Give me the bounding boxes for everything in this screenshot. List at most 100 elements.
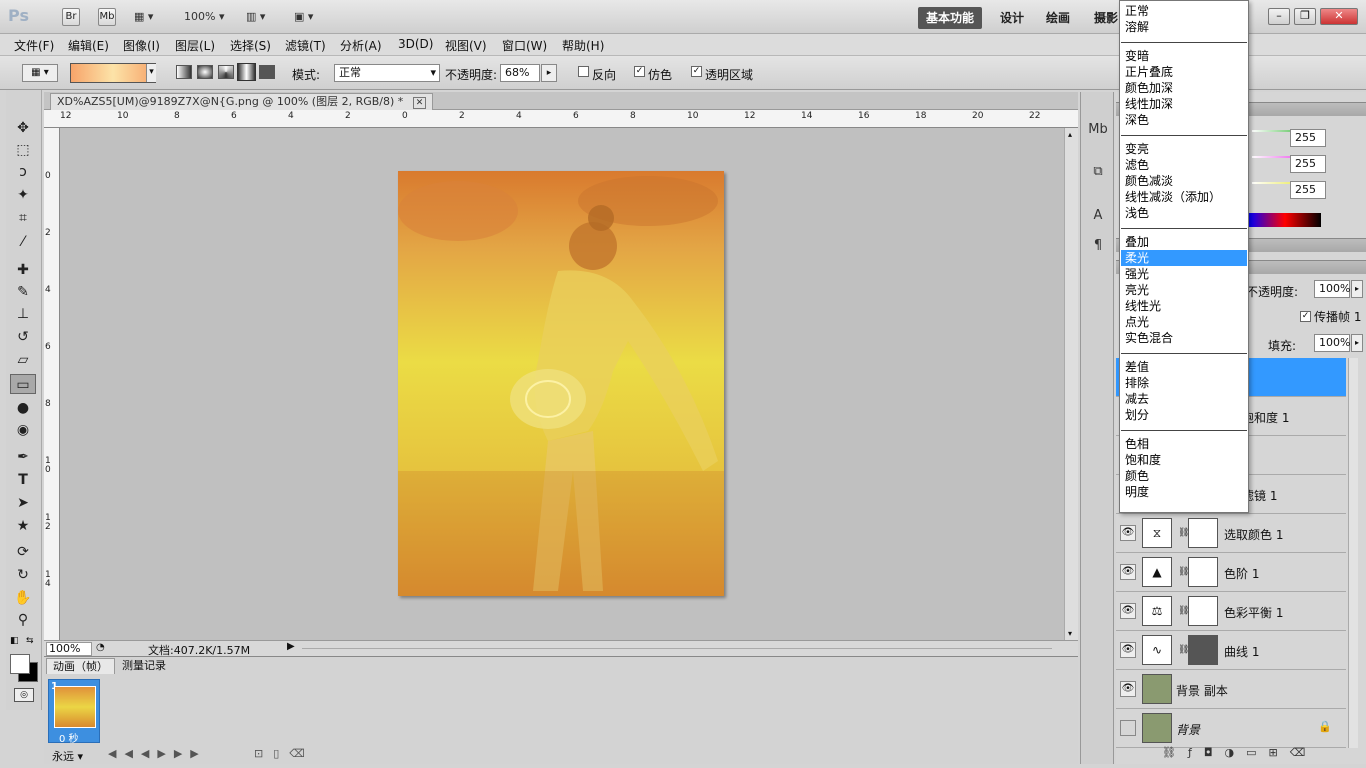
zoom-dropdown[interactable]: 100% ▾ — [184, 8, 224, 26]
crop-tool-icon[interactable]: ⌗ — [10, 208, 36, 228]
layer-row-selective-color[interactable]: 👁 ⧖ ⛓ 选取颜色 1 — [1116, 514, 1346, 553]
blend-mode-option[interactable]: 深色 — [1121, 112, 1247, 128]
blend-mode-option[interactable]: 亮光 — [1121, 282, 1247, 298]
zoom-tool-icon[interactable]: ⚲ — [10, 610, 36, 630]
blend-mode-option[interactable]: 正常 — [1121, 3, 1247, 19]
arrange-docs-dropdown[interactable]: ▥ ▾ — [246, 8, 265, 26]
horizontal-scrollbar[interactable] — [302, 648, 1052, 649]
close-tab-icon[interactable]: ✕ — [412, 97, 427, 109]
red-slider[interactable] — [1252, 130, 1292, 132]
blend-mode-option[interactable]: 划分 — [1121, 407, 1247, 423]
vertical-scrollbar[interactable]: ▴ ▾ — [1064, 128, 1078, 640]
marquee-tool-icon[interactable]: ⬚ — [10, 140, 36, 160]
blend-mode-dropdown-menu[interactable]: 正常 溶解 变暗 正片叠底 颜色加深 线性加深 深色 变亮 滤色 颜色减淡 线性减淡（添加） 浅色 叠加… — [1119, 0, 1249, 513]
blend-mode-option[interactable]: 溶解 — [1121, 19, 1247, 35]
healing-brush-tool-icon[interactable]: ✚ — [10, 260, 36, 280]
eyedropper-tool-icon[interactable]: ⁄ — [10, 232, 36, 252]
blend-mode-option[interactable]: 线性减淡（添加） — [1121, 189, 1247, 205]
green-value[interactable]: 255 — [1290, 155, 1326, 173]
workspace-essentials[interactable]: 基本功能 — [918, 7, 983, 29]
hand-tool-icon[interactable]: ✋ — [10, 588, 36, 608]
menu-edit[interactable]: 编辑(E) — [68, 37, 109, 54]
blue-value[interactable]: 255 — [1290, 181, 1326, 199]
blend-mode-option[interactable]: 色相 — [1121, 436, 1247, 452]
gradient-picker-arrow-icon[interactable]: ▾ — [146, 64, 156, 82]
view-extras-dropdown[interactable]: ▦ ▾ — [134, 8, 153, 26]
menu-layer[interactable]: 图层(L) — [175, 37, 215, 54]
fill-arrow-icon[interactable]: ▸ — [1351, 334, 1363, 352]
layer-row-background[interactable]: 背景 🔒 — [1116, 709, 1346, 748]
frame-actions[interactable]: ⊡▯⌫ — [254, 747, 315, 760]
history-brush-tool-icon[interactable]: ↺ — [10, 327, 36, 347]
layers-scrollbar[interactable] — [1348, 358, 1358, 748]
swap-colors-icon[interactable]: ⇆ — [26, 636, 36, 646]
blend-mode-option[interactable]: 强光 — [1121, 266, 1247, 282]
close-button[interactable]: ✕ — [1320, 8, 1358, 25]
3d-orbit-tool-icon[interactable]: ↻ — [10, 565, 36, 585]
menu-select[interactable]: 选择(S) — [230, 37, 271, 54]
magic-wand-tool-icon[interactable]: ✦ — [10, 185, 36, 205]
blend-mode-option[interactable]: 柔光 — [1121, 250, 1247, 266]
default-colors-icon[interactable]: ◧ — [10, 636, 20, 646]
status-menu-arrow-icon[interactable]: ▶ — [287, 641, 295, 652]
move-tool-icon[interactable]: ✥ — [10, 118, 36, 138]
menu-image[interactable]: 图像(I) — [123, 37, 160, 54]
opacity-input[interactable]: 68% — [500, 64, 540, 82]
workspace-design[interactable]: 设计 — [992, 7, 1032, 29]
document-tab[interactable]: XD%AZS5[UM)@9189Z7X@N{G.png @ 100% (图层 2… — [50, 93, 434, 110]
green-slider[interactable] — [1252, 156, 1292, 158]
foreground-color-swatch[interactable] — [10, 654, 30, 674]
frame-delay[interactable]: 0 秒 — [59, 730, 79, 745]
eye-icon[interactable]: 👁 — [1120, 642, 1136, 658]
blend-mode-option[interactable]: 明度 — [1121, 484, 1247, 500]
blend-mode-option[interactable]: 点光 — [1121, 314, 1247, 330]
eye-icon[interactable]: 👁 — [1120, 525, 1136, 541]
character-panel-icon[interactable]: A — [1086, 204, 1110, 228]
tab-measurement-log[interactable]: 测量记录 — [116, 658, 172, 674]
linear-gradient-icon[interactable] — [176, 65, 192, 79]
dither-checkbox[interactable]: ✓ — [634, 66, 645, 77]
status-icon[interactable]: ◔ — [96, 642, 105, 653]
opacity-slider-arrow-icon[interactable]: ▸ — [541, 64, 557, 82]
gradient-picker[interactable] — [70, 63, 156, 83]
minimize-button[interactable]: – — [1268, 8, 1290, 25]
shape-tool-icon[interactable]: ★ — [10, 516, 36, 536]
tab-animation-frames[interactable]: 动画（帧） — [46, 658, 115, 674]
color-ramp[interactable] — [1249, 213, 1321, 227]
blend-mode-option[interactable]: 差值 — [1121, 359, 1247, 375]
fill-input[interactable]: 100% — [1314, 334, 1350, 352]
blue-slider[interactable] — [1252, 182, 1292, 184]
scroll-up-icon[interactable]: ▴ — [1068, 130, 1072, 139]
menu-help[interactable]: 帮助(H) — [562, 37, 604, 54]
blend-mode-option[interactable]: 变亮 — [1121, 141, 1247, 157]
3d-rotate-tool-icon[interactable]: ⟳ — [10, 542, 36, 562]
blend-mode-option[interactable]: 颜色 — [1121, 468, 1247, 484]
menu-view[interactable]: 视图(V) — [445, 37, 487, 54]
eye-icon[interactable]: 👁 — [1120, 681, 1136, 697]
scroll-down-icon[interactable]: ▾ — [1068, 629, 1072, 638]
blend-mode-option[interactable]: 浅色 — [1121, 205, 1247, 221]
menu-file[interactable]: 文件(F) — [14, 37, 54, 54]
zoom-level-field[interactable]: 100% — [46, 642, 92, 656]
layer-row-background-copy[interactable]: 👁 背景 副本 — [1116, 670, 1346, 709]
menu-window[interactable]: 窗口(W) — [502, 37, 547, 54]
menu-analysis[interactable]: 分析(A) — [340, 37, 382, 54]
mini-bridge-panel-icon[interactable]: Mb — [1086, 118, 1110, 142]
type-tool-icon[interactable]: T — [10, 470, 36, 490]
red-value[interactable]: 255 — [1290, 129, 1326, 147]
quick-mask-icon[interactable]: ◎ — [14, 688, 34, 702]
diamond-gradient-icon[interactable] — [259, 65, 275, 79]
playback-controls[interactable]: ◀◀◀▶▶▶ — [108, 747, 207, 760]
blend-mode-option[interactable]: 排除 — [1121, 375, 1247, 391]
blend-mode-option[interactable]: 线性加深 — [1121, 96, 1247, 112]
paragraph-panel-icon[interactable]: ¶ — [1086, 234, 1110, 258]
eye-icon[interactable]: 👁 — [1120, 603, 1136, 619]
mini-bridge-button[interactable]: Mb — [98, 8, 116, 26]
blur-tool-icon[interactable]: ● — [10, 398, 36, 418]
blend-mode-option[interactable]: 减去 — [1121, 391, 1247, 407]
reverse-checkbox[interactable] — [578, 66, 589, 77]
clone-stamp-tool-icon[interactable]: ⊥ — [10, 304, 36, 324]
layer-row-curves[interactable]: 👁 ∿ ⛓ 曲线 1 — [1116, 631, 1346, 670]
blend-mode-option[interactable]: 变暗 — [1121, 48, 1247, 64]
angle-gradient-icon[interactable] — [218, 65, 234, 79]
